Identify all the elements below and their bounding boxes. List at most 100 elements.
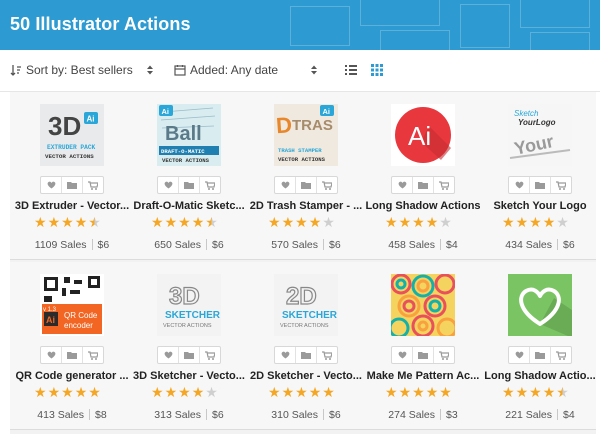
product-name[interactable]: Draft-O-Matic Sketc...	[127, 200, 251, 212]
svg-text:D: D	[275, 112, 293, 138]
collection-folder-icon[interactable]	[62, 347, 83, 363]
product-card[interactable]: Sketch YourLogo Your Sketch Your Logo ★ ★ ★ ★ ★ 4…	[478, 92, 595, 260]
favorite-heart-icon[interactable]	[275, 347, 296, 363]
svg-text:VECTOR ACTIONS: VECTOR ACTIONS	[45, 153, 94, 160]
product-thumbnail-qr-code[interactable]: v 1.3 Ai QR Code encoder	[40, 274, 104, 336]
product-name[interactable]: Make Me Pattern Ac...	[361, 370, 485, 382]
product-thumbnail-pattern[interactable]	[391, 274, 455, 336]
star-icon: ★	[556, 214, 569, 230]
product-meta: 458 Sales $4	[361, 239, 485, 251]
product-card[interactable]: D TRAS Ai TRASH STAMPER VECTOR ACTIONS 2D Tra…	[244, 92, 362, 260]
star-icon: ★	[205, 214, 218, 230]
star-icon: ★	[295, 384, 308, 400]
product-card[interactable]: v 1.3 Ai QR Code encoder QR Code generator .…	[10, 262, 129, 430]
product-actions	[508, 346, 572, 364]
product-card[interactable]: Make Me Pattern Ac... ★ ★ ★ ★ ★ 274 Sales $3	[361, 262, 479, 430]
product-meta: 570 Sales $6	[244, 239, 368, 251]
favorite-heart-icon[interactable]	[41, 177, 62, 193]
product-thumbnail-3d-extruder[interactable]: 3D Ai EXTRUDER PACK VECTOR ACTIONS	[40, 104, 104, 166]
product-name[interactable]: 3D Sketcher - Vecto...	[127, 370, 251, 382]
product-thumbnail-3d-sketcher[interactable]: 3D SKETCHER VECTOR ACTIONS	[157, 274, 221, 336]
add-to-cart-icon[interactable]	[434, 177, 454, 193]
product-name[interactable]: Long Shadow Actio...	[478, 370, 600, 382]
star-icon: ★	[34, 214, 47, 230]
favorite-heart-icon[interactable]	[392, 177, 413, 193]
product-card[interactable]: 3D SKETCHER VECTOR ACTIONS 3D Sketcher - Ve…	[127, 262, 245, 430]
favorite-heart-icon[interactable]	[509, 177, 530, 193]
add-to-cart-icon[interactable]	[317, 347, 337, 363]
add-to-cart-icon[interactable]	[551, 347, 571, 363]
product-thumbnail-2d-sketcher[interactable]: 2D SKETCHER VECTOR ACTIONS	[274, 274, 338, 336]
product-name[interactable]: Long Shadow Actions	[361, 200, 485, 212]
price: $4	[563, 409, 575, 421]
add-to-cart-icon[interactable]	[83, 347, 103, 363]
date-filter-dropdown[interactable]: Added: Any date	[174, 63, 278, 77]
product-name[interactable]: QR Code generator ...	[10, 370, 134, 382]
product-thumbnail-ai-long-shadow[interactable]: Ai	[391, 104, 455, 166]
star-icon: ★	[515, 384, 529, 400]
add-to-cart-icon[interactable]	[83, 177, 103, 193]
product-meta: 1109 Sales $6	[10, 239, 134, 251]
star-icon: ★	[425, 384, 439, 400]
sort-dropdown[interactable]: Sort by: Best sellers	[10, 63, 133, 77]
svg-text:TRAS: TRAS	[292, 117, 333, 134]
product-thumbnail-trash-stamper[interactable]: D TRAS Ai TRASH STAMPER VECTOR ACTIONS	[274, 104, 338, 166]
product-thumbnail-draft-o-matic[interactable]: Ai Ball DRAFT-O-MATIC VECTOR ACTIONS	[157, 104, 221, 166]
list-view-icon[interactable]	[344, 63, 358, 77]
product-card[interactable]: Ai Long Shadow Actions ★ ★ ★ ★ ★ 458 Sales $4	[361, 92, 481, 260]
favorite-heart-icon[interactable]	[158, 177, 179, 193]
add-to-cart-icon[interactable]	[317, 177, 337, 193]
svg-text:YourLogo: YourLogo	[518, 118, 556, 127]
favorite-heart-icon[interactable]	[158, 347, 179, 363]
product-name[interactable]: 2D Trash Stamper - ...	[244, 200, 368, 212]
collection-folder-icon[interactable]	[413, 347, 434, 363]
collection-folder-icon[interactable]	[62, 177, 83, 193]
product-thumbnail-heart-long-shadow[interactable]	[508, 274, 572, 336]
favorite-heart-icon[interactable]	[392, 347, 413, 363]
collection-folder-icon[interactable]	[179, 177, 200, 193]
product-card[interactable]: Ai Ball DRAFT-O-MATIC VECTOR ACTIONS Draft-O…	[127, 92, 245, 260]
product-card[interactable]: 2D SKETCHER VECTOR ACTIONS 2D Sketcher - Ve…	[244, 262, 362, 430]
product-thumbnail-sketch-your-logo[interactable]: Sketch YourLogo Your	[508, 104, 572, 166]
favorite-heart-icon[interactable]	[509, 347, 530, 363]
calendar-icon	[174, 65, 186, 76]
add-to-cart-icon[interactable]	[434, 347, 454, 363]
collection-folder-icon[interactable]	[530, 347, 551, 363]
sort-updown-icon[interactable]	[146, 64, 154, 76]
star-icon: ★	[412, 214, 425, 230]
favorite-heart-icon[interactable]	[275, 177, 296, 193]
price: $6	[329, 409, 341, 421]
date-updown-icon[interactable]	[310, 64, 318, 76]
product-name[interactable]: 2D Sketcher - Vecto...	[244, 370, 368, 382]
product-name[interactable]: Sketch Your Logo	[478, 200, 600, 212]
add-to-cart-icon[interactable]	[200, 347, 220, 363]
collection-folder-icon[interactable]	[530, 177, 551, 193]
star-rating: ★ ★ ★ ★ ★	[34, 385, 101, 399]
product-meta: 310 Sales $6	[244, 409, 368, 421]
sales-count: 310 Sales	[271, 409, 318, 421]
price: $6	[212, 239, 224, 251]
meta-divider	[557, 409, 558, 420]
collection-folder-icon[interactable]	[296, 177, 317, 193]
collection-folder-icon[interactable]	[413, 177, 434, 193]
product-name[interactable]: 3D Extruder - Vector...	[10, 200, 134, 212]
sales-count: 650 Sales	[154, 239, 201, 251]
favorite-heart-icon[interactable]	[41, 347, 62, 363]
add-to-cart-icon[interactable]	[551, 177, 571, 193]
product-actions	[508, 176, 572, 194]
star-icon: ★	[281, 214, 295, 230]
star-icon: ★	[308, 214, 322, 230]
collection-folder-icon[interactable]	[296, 347, 317, 363]
grid-view-icon[interactable]	[370, 63, 384, 77]
product-card[interactable]: Long Shadow Actio... ★ ★ ★ ★ ★ 221 Sales $4	[478, 262, 596, 430]
meta-divider	[323, 409, 324, 420]
sales-count: 274 Sales	[388, 409, 435, 421]
meta-divider	[89, 409, 90, 420]
header-pattern	[270, 0, 600, 50]
product-actions	[391, 346, 455, 364]
star-icon: ★	[164, 214, 178, 230]
add-to-cart-icon[interactable]	[200, 177, 220, 193]
product-card[interactable]: 3D Ai EXTRUDER PACK VECTOR ACTIONS 3D Extrud…	[10, 92, 129, 260]
star-rating: ★ ★ ★ ★ ★	[151, 215, 218, 229]
collection-folder-icon[interactable]	[179, 347, 200, 363]
